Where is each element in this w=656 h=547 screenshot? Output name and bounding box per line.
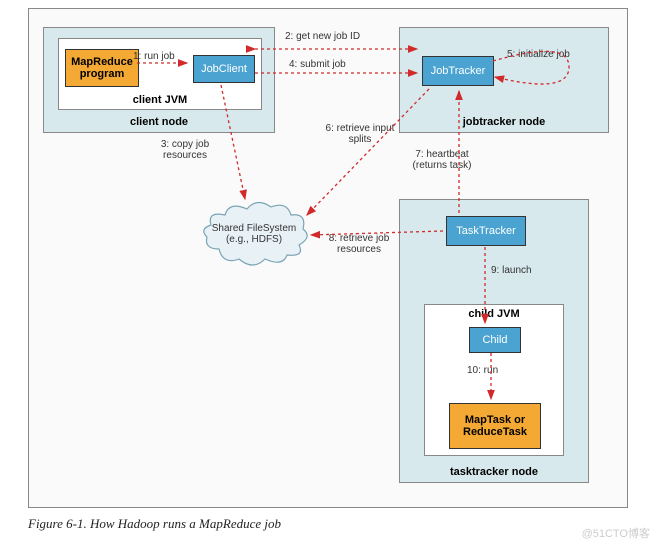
edge-label-5: 5: initialize job <box>507 49 570 60</box>
jobtracker-box: JobTracker <box>422 56 494 86</box>
child-jvm-label: child JVM <box>425 308 563 320</box>
jobtracker-node: JobTracker jobtracker node <box>399 27 609 133</box>
filesystem-cloud: Shared FileSystem (e.g., HDFS) <box>199 199 309 269</box>
client-node-label: client node <box>44 116 274 128</box>
edge-label-7: 7: heartbeat (returns task) <box>407 149 477 171</box>
figure-caption: Figure 6-1. How Hadoop runs a MapReduce … <box>28 516 281 532</box>
mapreduce-program-box: MapReduce program <box>65 49 139 87</box>
maptask-box: MapTask or ReduceTask <box>449 403 541 449</box>
edge-label-10: 10: run <box>467 365 498 376</box>
diagram-frame: MapReduce program JobClient client JVM c… <box>28 8 628 508</box>
edge-label-2: 2: get new job ID <box>285 31 360 42</box>
tasktracker-node-label: tasktracker node <box>400 466 588 478</box>
edge-label-6: 6: retrieve input splits <box>325 123 395 145</box>
jobclient-box: JobClient <box>193 55 255 83</box>
filesystem-label: Shared FileSystem (e.g., HDFS) <box>199 223 309 245</box>
tasktracker-node: TaskTracker child JVM Child MapTask or R… <box>399 199 589 483</box>
client-jvm-label: client JVM <box>59 94 261 106</box>
edge-label-3: 3: copy job resources <box>155 139 215 161</box>
edge-label-8: 8: retrieve job resources <box>319 233 399 255</box>
child-box: Child <box>469 327 521 353</box>
edge-label-1: 1: run job <box>133 51 175 62</box>
client-node: MapReduce program JobClient client JVM c… <box>43 27 275 133</box>
client-jvm: MapReduce program JobClient client JVM <box>58 38 262 110</box>
watermark: @51CTO博客 <box>582 525 650 541</box>
edge-label-9: 9: launch <box>491 265 532 276</box>
child-jvm: child JVM Child MapTask or ReduceTask <box>424 304 564 456</box>
tasktracker-box: TaskTracker <box>446 216 526 246</box>
jobtracker-node-label: jobtracker node <box>400 116 608 128</box>
edge-label-4: 4: submit job <box>289 59 346 70</box>
